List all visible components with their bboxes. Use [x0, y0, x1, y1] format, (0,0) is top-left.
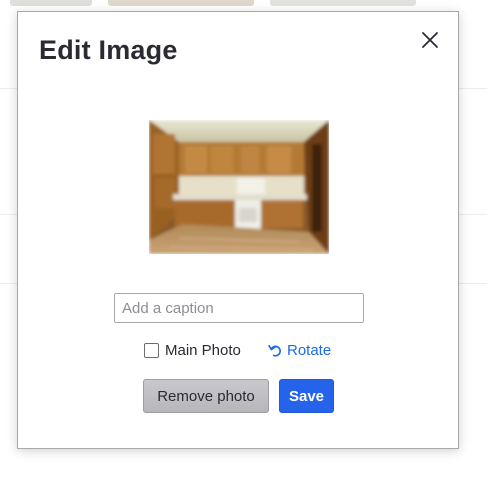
caption-input[interactable] [114, 293, 364, 323]
close-button[interactable] [418, 28, 442, 52]
background-thumbnail [270, 0, 416, 6]
main-photo-checkbox[interactable] [144, 342, 159, 358]
main-photo-checkbox-row[interactable]: Main Photo [144, 341, 241, 359]
save-button[interactable]: Save [279, 379, 334, 413]
photo-preview [149, 120, 329, 254]
remove-photo-button[interactable]: Remove photo [143, 379, 269, 413]
rotate-link[interactable]: Rotate [268, 341, 332, 359]
background-thumbnail [108, 0, 254, 6]
close-icon [422, 32, 438, 48]
dialog-title: Edit Image [39, 35, 178, 65]
rotate-label: Rotate [287, 341, 332, 359]
main-photo-label: Main Photo [165, 341, 241, 359]
background-thumbnail [10, 0, 92, 6]
edit-image-dialog: Edit Image Add a caption Main Photo Rota… [17, 11, 459, 449]
rotate-left-icon [268, 344, 281, 357]
kitchen-photo [149, 120, 329, 254]
